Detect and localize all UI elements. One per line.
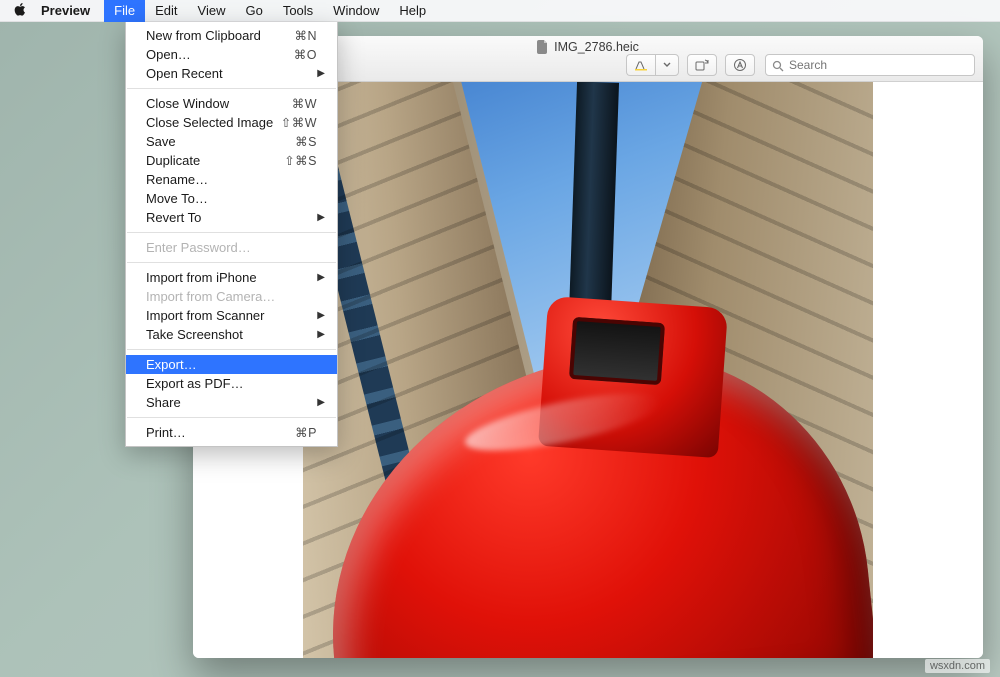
menu-item-export-as-pdf[interactable]: Export as PDF… [126, 374, 337, 393]
markup-group[interactable] [626, 54, 679, 76]
menu-window[interactable]: Window [323, 0, 389, 22]
menu-edit[interactable]: Edit [145, 0, 187, 22]
menu-item-label: Open Recent [146, 66, 317, 81]
menu-item-label: New from Clipboard [146, 28, 294, 43]
highlight-chevron-button[interactable] [655, 54, 679, 76]
menu-shortcut: ⌘N [294, 28, 317, 43]
menu-item-duplicate[interactable]: Duplicate⇧⌘S [126, 151, 337, 170]
menu-shortcut: ⌘S [295, 134, 317, 149]
highlight-button[interactable] [626, 54, 655, 76]
rotate-button[interactable] [687, 54, 717, 76]
submenu-chevron-icon: ▶ [317, 272, 325, 283]
menu-item-label: Export… [146, 357, 317, 372]
document-icon [537, 40, 549, 54]
menu-item-label: Save [146, 134, 295, 149]
menu-item-open[interactable]: Open…⌘O [126, 45, 337, 64]
photo-canvas[interactable] [303, 82, 873, 658]
menu-view[interactable]: View [188, 0, 236, 22]
menu-item-label: Move To… [146, 191, 317, 206]
menu-help[interactable]: Help [389, 0, 436, 22]
menu-separator [127, 88, 336, 89]
menu-item-import-from-scanner[interactable]: Import from Scanner▶ [126, 306, 337, 325]
menu-item-revert-to[interactable]: Revert To▶ [126, 208, 337, 227]
menu-item-rename[interactable]: Rename… [126, 170, 337, 189]
menu-item-open-recent[interactable]: Open Recent▶ [126, 64, 337, 83]
submenu-chevron-icon: ▶ [317, 68, 325, 79]
menu-item-save[interactable]: Save⌘S [126, 132, 337, 151]
menu-item-new-from-clipboard[interactable]: New from Clipboard⌘N [126, 26, 337, 45]
menu-item-label: Print… [146, 425, 295, 440]
menu-item-enter-password: Enter Password… [126, 238, 337, 257]
apple-menu-icon[interactable] [14, 3, 27, 19]
menu-item-label: Export as PDF… [146, 376, 317, 391]
menu-item-label: Close Window [146, 96, 292, 111]
menu-item-label: Open… [146, 47, 294, 62]
menu-item-import-from-iphone[interactable]: Import from iPhone▶ [126, 268, 337, 287]
menu-item-print[interactable]: Print…⌘P [126, 423, 337, 442]
menu-item-label: Rename… [146, 172, 317, 187]
menu-item-label: Take Screenshot [146, 327, 317, 342]
menu-item-label: Import from Camera… [146, 289, 317, 304]
menu-separator [127, 262, 336, 263]
submenu-chevron-icon: ▶ [317, 310, 325, 321]
search-input[interactable] [789, 58, 968, 72]
menu-item-close-window[interactable]: Close Window⌘W [126, 94, 337, 113]
window-title-text: IMG_2786.heic [554, 40, 639, 54]
menu-item-close-selected-image[interactable]: Close Selected Image⇧⌘W [126, 113, 337, 132]
menu-item-label: Import from iPhone [146, 270, 317, 285]
menu-tools[interactable]: Tools [273, 0, 323, 22]
markup-toolbar-button[interactable] [725, 54, 755, 76]
menu-shortcut: ⌘P [295, 425, 317, 440]
menu-separator [127, 349, 336, 350]
menu-item-label: Import from Scanner [146, 308, 317, 323]
menu-item-label: Enter Password… [146, 240, 317, 255]
menu-item-share[interactable]: Share▶ [126, 393, 337, 412]
submenu-chevron-icon: ▶ [317, 212, 325, 223]
file-menu-dropdown: New from Clipboard⌘NOpen…⌘OOpen Recent▶C… [125, 22, 338, 447]
submenu-chevron-icon: ▶ [317, 397, 325, 408]
menu-shortcut: ⌘W [292, 96, 317, 111]
menu-item-import-from-camera: Import from Camera… [126, 287, 337, 306]
menu-separator [127, 417, 336, 418]
watermark: wsxdn.com [925, 659, 990, 673]
menu-item-label: Duplicate [146, 153, 284, 168]
menu-item-move-to[interactable]: Move To… [126, 189, 337, 208]
search-icon [772, 59, 784, 71]
search-field[interactable] [765, 54, 975, 76]
menu-item-export[interactable]: Export… [126, 355, 337, 374]
menu-item-label: Revert To [146, 210, 317, 225]
menu-shortcut: ⇧⌘S [284, 153, 317, 168]
menu-item-take-screenshot[interactable]: Take Screenshot▶ [126, 325, 337, 344]
app-name[interactable]: Preview [41, 3, 90, 18]
menu-file[interactable]: File [104, 0, 145, 22]
menu-item-label: Close Selected Image [146, 115, 281, 130]
menu-shortcut: ⇧⌘W [281, 115, 317, 130]
menu-go[interactable]: Go [235, 0, 272, 22]
menu-separator [127, 232, 336, 233]
menu-shortcut: ⌘O [294, 47, 317, 62]
system-menubar: Preview File Edit View Go Tools Window H… [0, 0, 1000, 22]
submenu-chevron-icon: ▶ [317, 329, 325, 340]
menu-item-label: Share [146, 395, 317, 410]
